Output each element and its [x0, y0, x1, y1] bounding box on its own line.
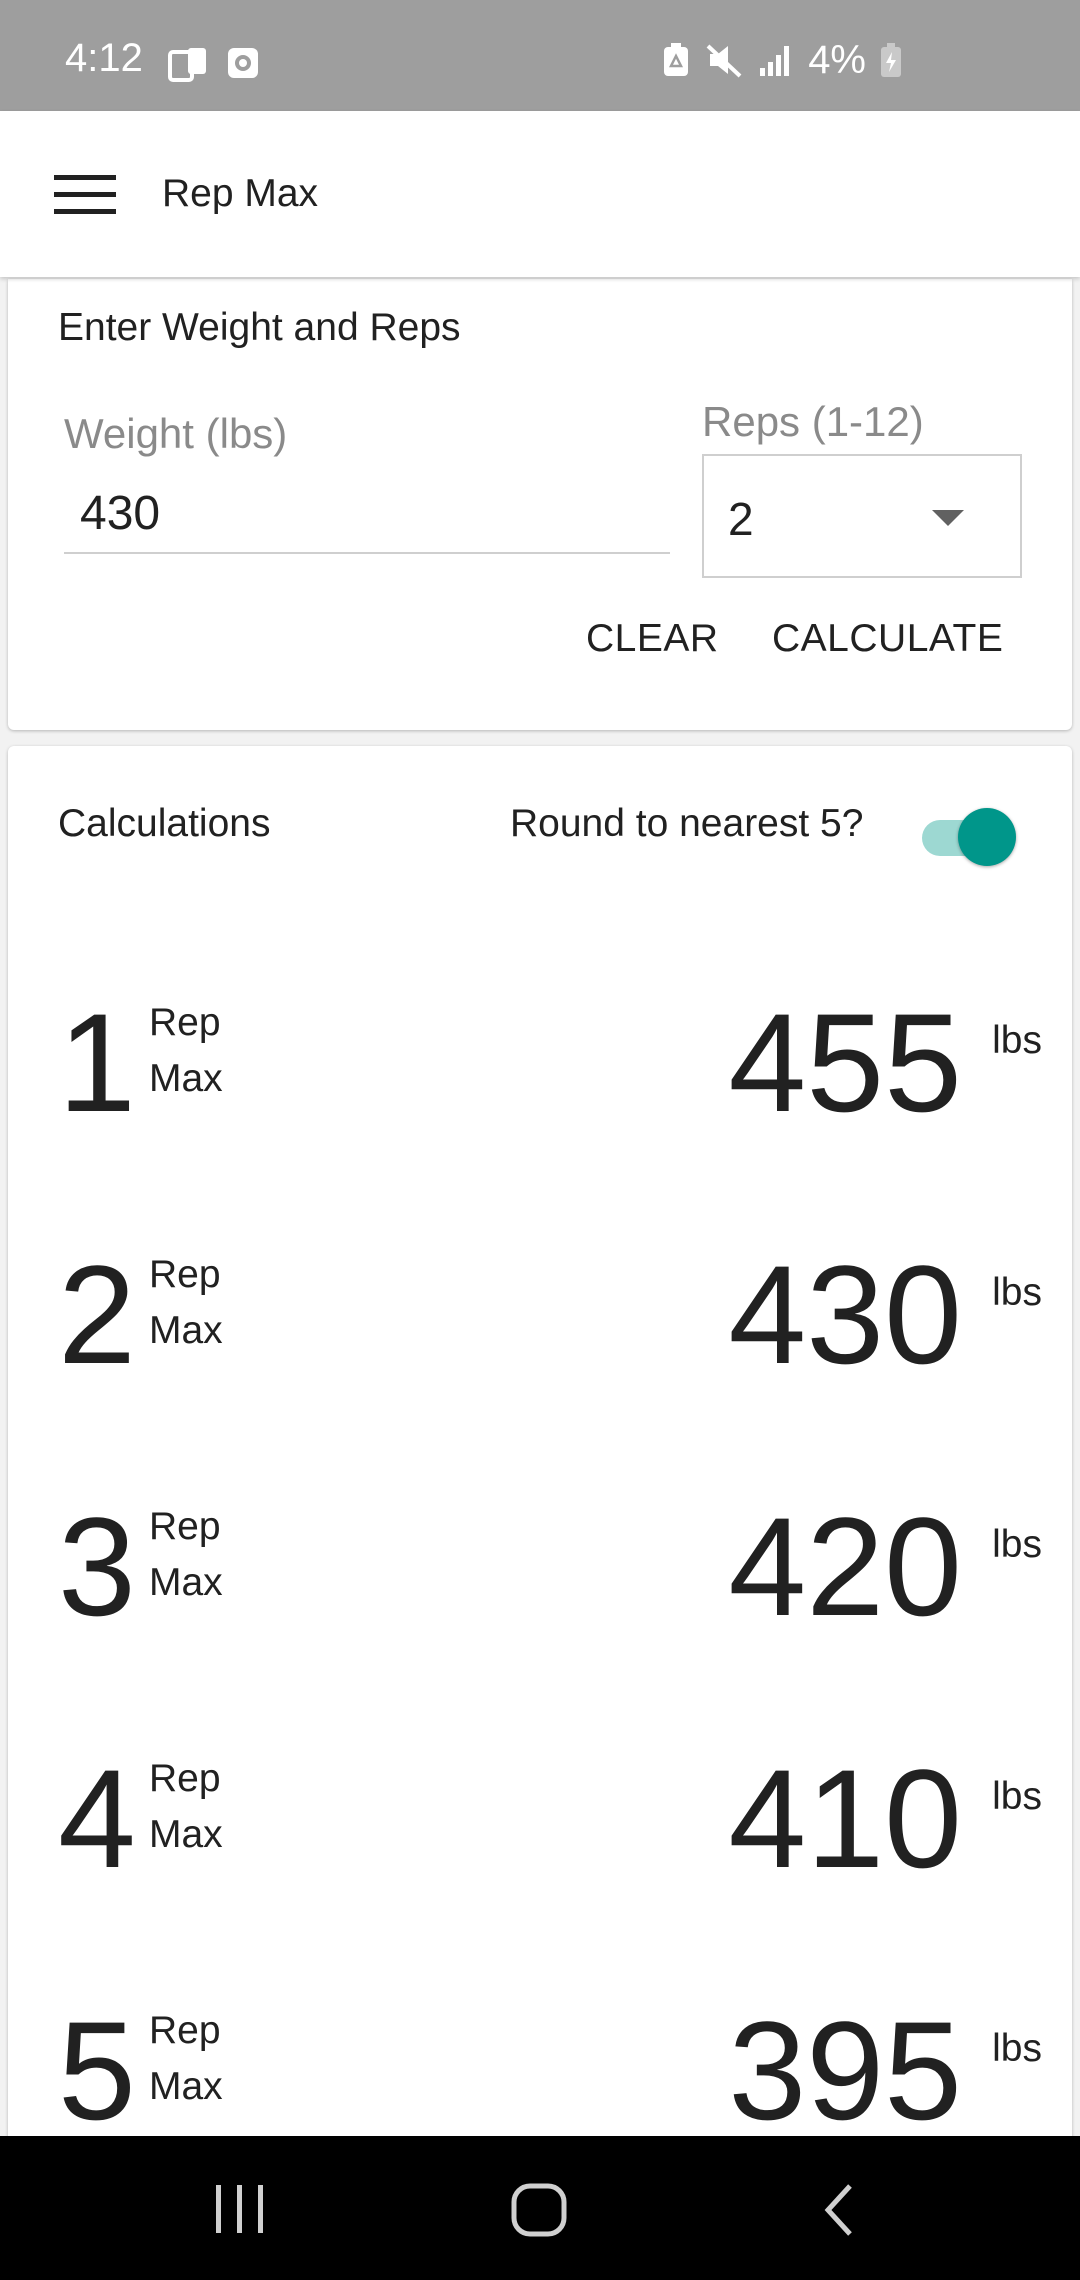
- unit-label: lbs: [992, 1019, 1042, 1062]
- recents-button[interactable]: [200, 2183, 280, 2235]
- input-card: Enter Weight and Reps Weight (lbs) Reps …: [8, 279, 1072, 730]
- rep-max-value: 410: [728, 1740, 962, 1897]
- rep-word: Rep: [149, 1253, 221, 1296]
- reps-selected-value: 2: [728, 493, 754, 545]
- mute-icon: [706, 44, 742, 78]
- menu-button[interactable]: [40, 154, 130, 234]
- status-left-icons: [168, 46, 260, 84]
- battery-charging-icon: [881, 43, 901, 77]
- calculations-title: Calculations: [58, 802, 271, 845]
- home-icon: [511, 2183, 567, 2237]
- rep-word: Rep: [149, 1001, 221, 1044]
- battery-percent: 4%: [808, 38, 866, 82]
- unit-label: lbs: [992, 2027, 1042, 2070]
- device-transfer-icon: [168, 48, 206, 82]
- unit-label: lbs: [992, 1523, 1042, 1566]
- toggle-thumb: [958, 808, 1016, 866]
- rep-max-label: Rep Max: [149, 2003, 223, 2115]
- hamburger-menu-icon: [54, 175, 116, 214]
- calculations-card: Calculations Round to nearest 5? 1 Rep M…: [8, 746, 1072, 2146]
- weight-input[interactable]: [64, 474, 670, 554]
- max-word: Max: [149, 2065, 223, 2108]
- rep-max-row: 3 Rep Max 420 lbs: [8, 1497, 1072, 1749]
- dropdown-arrow-icon: [932, 510, 964, 526]
- rep-max-row: 2 Rep Max 430 lbs: [8, 1245, 1072, 1497]
- app-bar: Rep Max: [0, 111, 1080, 277]
- navigation-bar: [0, 2136, 1080, 2280]
- round-toggle[interactable]: [914, 808, 1016, 866]
- max-word: Max: [149, 1057, 223, 1100]
- rep-max-row: 4 Rep Max 410 lbs: [8, 1749, 1072, 2001]
- clear-button[interactable]: CLEAR: [574, 609, 731, 669]
- rep-word: Rep: [149, 2009, 221, 2052]
- recycle-battery-icon: [664, 43, 689, 76]
- rep-count: 3: [58, 1488, 136, 1645]
- reps-label: Reps (1-12): [702, 398, 924, 445]
- status-right-icons: 4%: [662, 40, 902, 80]
- rep-max-row: 1 Rep Max 455 lbs: [8, 993, 1072, 1245]
- calculate-button[interactable]: CALCULATE: [760, 609, 1015, 669]
- max-word: Max: [149, 1309, 223, 1352]
- status-bar: 4:12 4%: [0, 0, 1080, 111]
- signal-icon: [760, 46, 790, 76]
- rep-max-value: 430: [728, 1236, 962, 1393]
- rep-count: 4: [58, 1740, 136, 1897]
- unit-label: lbs: [992, 1775, 1042, 1818]
- recents-icon: [216, 2185, 263, 2233]
- max-word: Max: [149, 1813, 223, 1856]
- back-button[interactable]: [808, 2180, 878, 2240]
- weight-label: Weight (lbs): [64, 410, 288, 457]
- rep-max-value: 395: [728, 1992, 962, 2146]
- rep-max-value: 455: [728, 984, 962, 1141]
- rep-max-value: 420: [728, 1488, 962, 1645]
- rep-count: 5: [58, 1992, 136, 2146]
- round-label: Round to nearest 5?: [510, 802, 864, 845]
- reps-dropdown[interactable]: 2: [702, 454, 1022, 578]
- rep-word: Rep: [149, 1505, 221, 1548]
- max-word: Max: [149, 1561, 223, 1604]
- unit-label: lbs: [992, 1271, 1042, 1314]
- back-icon: [824, 2184, 852, 2236]
- input-card-title: Enter Weight and Reps: [58, 306, 461, 349]
- rep-max-label: Rep Max: [149, 1751, 223, 1863]
- rep-max-label: Rep Max: [149, 1499, 223, 1611]
- rep-max-label: Rep Max: [149, 995, 223, 1107]
- rep-count: 2: [58, 1236, 136, 1393]
- rep-max-row: 5 Rep Max 395 lbs: [8, 2001, 1072, 2146]
- rep-max-label: Rep Max: [149, 1247, 223, 1359]
- app-title: Rep Max: [162, 172, 319, 215]
- screen-record-icon: [228, 48, 258, 78]
- status-time: 4:12: [65, 36, 143, 80]
- rep-count: 1: [58, 984, 136, 1141]
- home-button[interactable]: [504, 2180, 576, 2240]
- rep-word: Rep: [149, 1757, 221, 1800]
